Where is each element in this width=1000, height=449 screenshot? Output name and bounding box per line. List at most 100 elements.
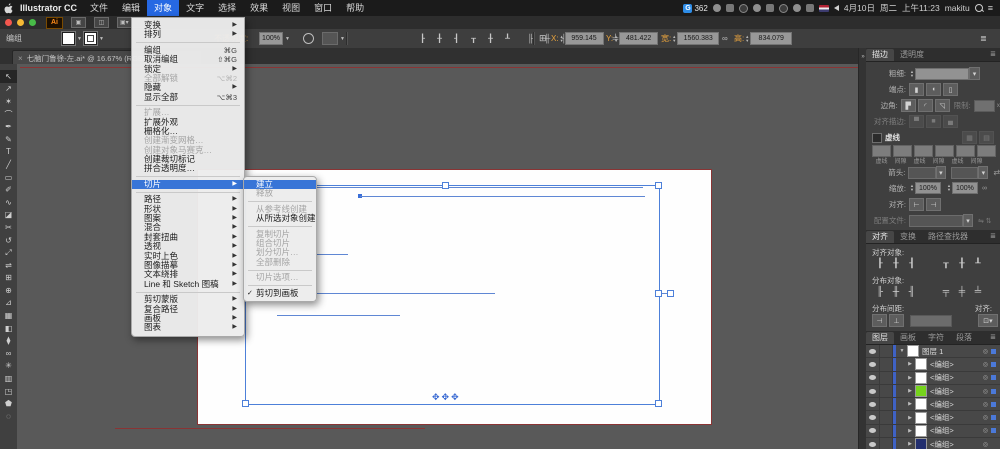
flip-profile-icons[interactable]: ⇋ ⇅ — [978, 217, 992, 225]
layers-tab-图层[interactable]: 图层 — [866, 332, 894, 344]
lasso-tool[interactable]: ⌒ — [0, 108, 17, 121]
mesh-tool[interactable]: ▦ — [0, 309, 17, 322]
stroke-swatch-dropdown[interactable]: ▼ — [83, 29, 104, 48]
menubar-item-窗口[interactable]: 窗口 — [307, 0, 339, 16]
layers-tab-画板[interactable]: 画板 — [894, 332, 922, 344]
menubar-item-选择[interactable]: 选择 — [211, 0, 243, 16]
layers-tab-段落[interactable]: 段落 — [950, 332, 978, 344]
keyboard-icon[interactable] — [765, 4, 774, 12]
slice-submenu-item-建立[interactable]: 建立 — [244, 179, 316, 190]
volume-icon[interactable] — [833, 5, 839, 11]
shape-builder-tool[interactable]: ⊕ — [0, 284, 17, 297]
menubar-item-文件[interactable]: 文件 — [83, 0, 115, 16]
target-icon[interactable]: ◎ — [983, 348, 988, 355]
apple-menu-icon[interactable] — [0, 2, 16, 14]
notification-center-icon[interactable]: ≡ — [988, 3, 993, 13]
visibility-toggle[interactable] — [866, 358, 880, 371]
align-stroke-button-2[interactable]: ▄ — [943, 115, 958, 128]
slice-submenu-item-从所选对象创建[interactable]: 从所选对象创建 — [244, 213, 316, 223]
360-badge-icon[interactable]: G 362 — [683, 3, 708, 13]
object-menu-item-显示全部[interactable]: 显示全部 ⌥⌘3 — [132, 92, 244, 102]
layer-name[interactable]: <编组> — [930, 439, 954, 449]
stroke-panel-menu-icon[interactable]: ≣ — [986, 49, 1000, 61]
blend-tool[interactable]: ∞ — [0, 347, 17, 360]
visibility-toggle[interactable] — [866, 438, 880, 449]
layer-thumbnail[interactable] — [915, 385, 927, 398]
profile-dropdown[interactable] — [909, 214, 963, 227]
lock-toggle[interactable] — [880, 398, 893, 411]
menubar-app-name[interactable]: Illustrator CC — [20, 3, 77, 13]
align-tab-路径查找器[interactable]: 路径查找器 — [922, 231, 974, 243]
visibility-toggle[interactable] — [866, 345, 880, 358]
controlbar-align-button-6[interactable]: ╟ — [522, 31, 539, 46]
menubar-item-文字[interactable]: 文字 — [179, 0, 211, 16]
align-object-button-3[interactable]: ┰ — [938, 257, 954, 269]
minimize-window-button[interactable] — [17, 19, 24, 26]
lock-toggle[interactable] — [880, 371, 893, 384]
dock-controlbar-icon[interactable]: ≣ — [980, 29, 987, 48]
layer-name[interactable]: <编组> — [930, 359, 954, 370]
x-stepper[interactable]: ▲ ▼ — [560, 34, 564, 43]
height-field[interactable]: 834.079 — [750, 32, 793, 45]
dashed-line-checkbox[interactable] — [872, 132, 882, 143]
selection-indicator[interactable] — [991, 375, 996, 381]
paintbrush-tool[interactable]: ✐ — [0, 183, 17, 196]
camera-icon[interactable] — [752, 4, 761, 12]
distribute-object-button-2[interactable]: ╢ — [904, 285, 920, 297]
expand-toggle-icon[interactable]: ▶ — [906, 375, 914, 381]
expand-toggle-icon[interactable]: ▶ — [906, 388, 914, 394]
cap-button-1[interactable]: ◖ — [926, 83, 941, 96]
distribute-object-button-3[interactable]: ╤ — [938, 285, 954, 297]
eraser-tool[interactable]: ◪ — [0, 209, 17, 222]
pen-tool[interactable]: ✒ — [0, 120, 17, 133]
menubar-item-帮助[interactable]: 帮助 — [339, 0, 371, 16]
visibility-toggle[interactable] — [866, 411, 880, 424]
width-field[interactable]: 1560.383 — [677, 32, 720, 45]
selection-handle[interactable] — [442, 182, 449, 189]
perspective-grid-tool[interactable]: ⊿ — [0, 297, 17, 310]
layer-row-0[interactable]: ▼ 图层 1 ◎ — [866, 345, 1000, 359]
layer-thumbnail[interactable] — [915, 411, 927, 424]
artboard-tool[interactable]: ◳ — [0, 385, 17, 398]
zoom-window-button[interactable] — [29, 19, 36, 26]
stroke-weight-dropdown[interactable]: ▾ — [968, 67, 980, 80]
layer-name[interactable]: 图层 1 — [922, 346, 943, 357]
menubar-item-编辑[interactable]: 编辑 — [115, 0, 147, 16]
controlbar-align-button-1[interactable]: ╂ — [431, 31, 448, 46]
opacity-field[interactable]: 100% ▼ — [259, 29, 290, 48]
messenger-icon[interactable] — [725, 4, 734, 12]
arrowhead-start-arrow[interactable]: ▾ — [935, 166, 946, 179]
align-object-button-5[interactable]: ┸ — [970, 257, 986, 269]
menubar-username[interactable]: makitu — [945, 3, 970, 13]
object-menu-item-Line和Sketch图稿[interactable]: Line 和 Sketch 图稿 ▶ — [132, 279, 244, 289]
selection-handle[interactable] — [655, 182, 662, 189]
target-icon[interactable]: ◎ — [983, 374, 988, 381]
align-object-button-2[interactable]: ┨ — [904, 257, 920, 269]
menubar-date[interactable]: 4月10日 — [844, 2, 875, 14]
expand-toggle-icon[interactable]: ▶ — [906, 401, 914, 407]
layer-row-7[interactable]: ▶ <编组> ◎ — [866, 438, 1000, 449]
target-icon[interactable]: ◎ — [983, 427, 988, 434]
stroke-weight-stepper[interactable]: ▲ ▼ — [910, 69, 914, 78]
distribute-object-button-4[interactable]: ╪ — [954, 285, 970, 297]
layer-name[interactable]: <编组> — [930, 399, 954, 410]
column-graph-tool[interactable]: ▥ — [0, 372, 17, 385]
free-transform-tool[interactable]: ⊞ — [0, 272, 17, 285]
target-icon[interactable]: ◎ — [983, 401, 988, 408]
selection-indicator[interactable] — [991, 361, 996, 367]
align-dash-icon[interactable]: ▤ — [979, 131, 994, 144]
layer-row-6[interactable]: ▶ <编组> ◎ — [866, 424, 1000, 439]
expand-toggle-icon[interactable]: ▼ — [898, 348, 906, 354]
corner-button-0[interactable]: ▛ — [900, 99, 916, 112]
expand-toggle-icon[interactable]: ▶ — [906, 415, 914, 421]
scale-tool[interactable]: ⤢ — [0, 246, 17, 259]
style-icon[interactable] — [303, 29, 314, 48]
object-menu-item-图表[interactable]: 图表 ▶ — [132, 322, 244, 332]
selection-handle[interactable] — [655, 400, 662, 407]
layer-thumbnail[interactable] — [915, 438, 927, 449]
stroke-tab-透明度[interactable]: 透明度 — [894, 49, 930, 61]
arrange-documents-icon[interactable]: ◫ — [94, 17, 109, 28]
transform-panel-icon[interactable]: ⊞ — [539, 29, 547, 48]
close-window-button[interactable] — [5, 19, 12, 26]
scissors-tool[interactable]: ✂ — [0, 221, 17, 234]
